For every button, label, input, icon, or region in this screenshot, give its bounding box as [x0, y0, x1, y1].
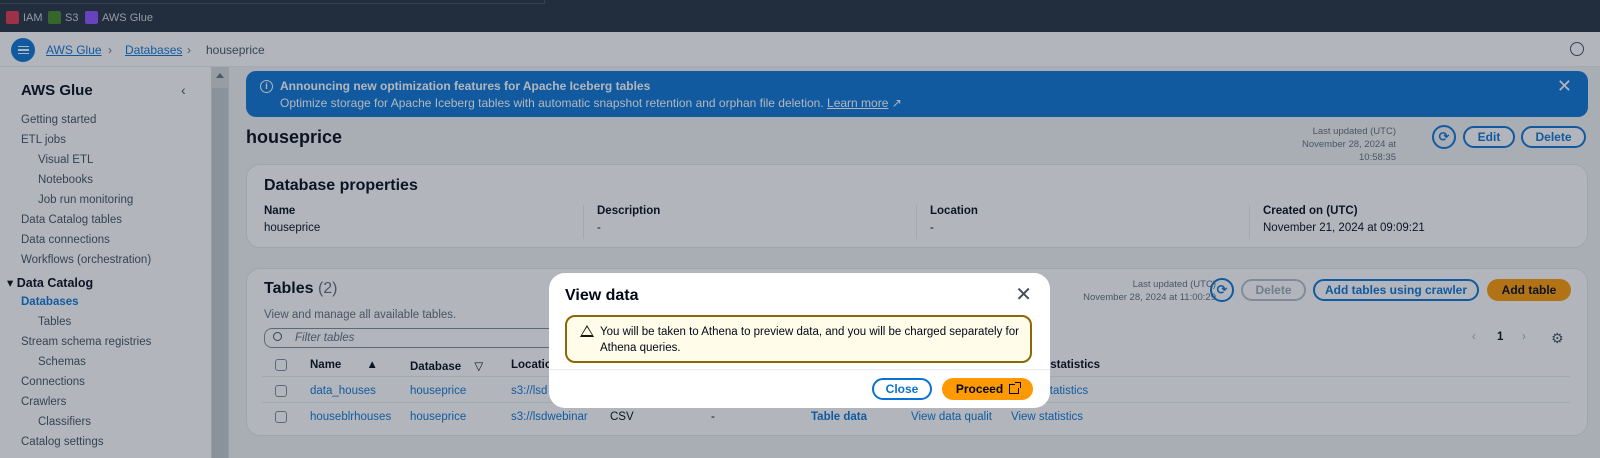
external-link-icon [1009, 382, 1022, 394]
warning-text: You will be taken to Athena to preview d… [600, 326, 1019, 354]
proceed-label: Proceed [955, 382, 1004, 396]
warning-icon [580, 325, 594, 337]
modal-footer-divider [549, 369, 1050, 370]
warning-alert: You will be taken to Athena to preview d… [565, 315, 1032, 363]
proceed-button[interactable]: Proceed [942, 378, 1033, 400]
close-icon[interactable]: ✕ [1015, 282, 1032, 307]
modal-title: View data [565, 287, 639, 304]
close-button[interactable]: Close [872, 378, 932, 400]
view-data-modal: View data ✕ You will be taken to Athena … [549, 273, 1050, 408]
